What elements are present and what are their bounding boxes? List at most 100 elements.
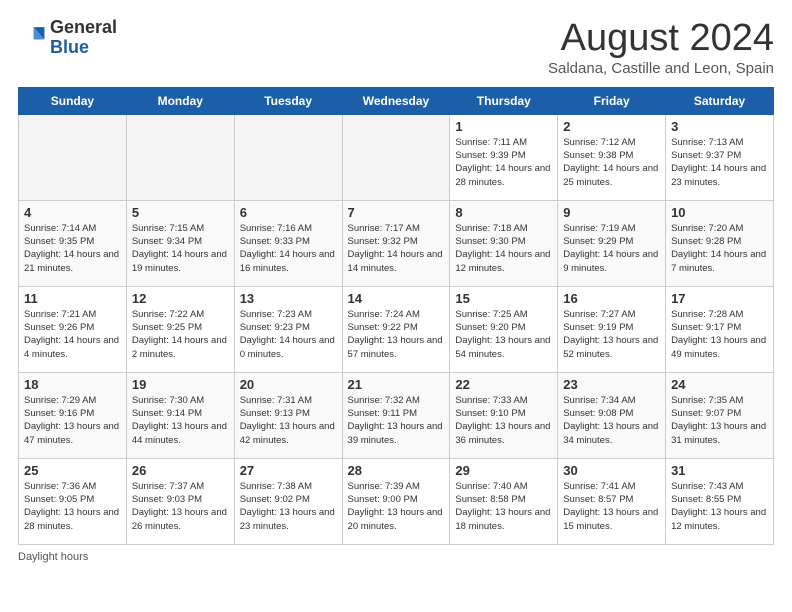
table-row: 13 Sunrise: 7:23 AMSunset: 9:23 PMDayligh… [234, 286, 342, 372]
logo-area: General Blue [18, 18, 117, 58]
day-number: 13 [240, 291, 337, 306]
day-info: Sunrise: 7:18 AMSunset: 9:30 PMDaylight:… [455, 222, 552, 275]
day-number: 22 [455, 377, 552, 392]
day-number: 20 [240, 377, 337, 392]
logo-blue: Blue [50, 38, 117, 58]
day-number: 10 [671, 205, 768, 220]
page: General Blue August 2024 Saldana, Castil… [0, 0, 792, 575]
table-row: 16Sunrise: 7:27 AMSunset: 9:19 PMDayligh… [558, 286, 666, 372]
day-info: Sunrise: 7:32 AMSunset: 9:11 PMDaylight:… [348, 394, 445, 447]
table-row: 1 Sunrise: 7:11 AMSunset: 9:39 PMDaylight… [450, 114, 558, 200]
logo-icon [18, 24, 46, 52]
table-row: 11 Sunrise: 7:21 AMSunset: 9:26 PMDayligh… [19, 286, 127, 372]
day-number: 14 [348, 291, 445, 306]
day-info: Sunrise: 7:30 AMSunset: 9:14 PMDaylight:… [132, 394, 229, 447]
table-row: 24Sunrise: 7:35 AMSunset: 9:07 PMDayligh… [666, 372, 774, 458]
day-info: Sunrise: 7:37 AMSunset: 9:03 PMDaylight:… [132, 480, 229, 533]
header: General Blue August 2024 Saldana, Castil… [18, 18, 774, 77]
calendar-table: Sunday Monday Tuesday Wednesday Thursday… [18, 87, 774, 545]
day-number: 21 [348, 377, 445, 392]
day-info: Sunrise: 7:23 AMSunset: 9:23 PMDaylight:… [240, 308, 337, 361]
title-area: August 2024 Saldana, Castille and Leon, … [548, 18, 774, 77]
table-row: 2 Sunrise: 7:12 AMSunset: 9:38 PMDaylight… [558, 114, 666, 200]
day-number: 30 [563, 463, 660, 478]
table-row: 10 Sunrise: 7:20 AMSunset: 9:28 PMDayligh… [666, 200, 774, 286]
day-info: Sunrise: 7:13 AMSunset: 9:37 PMDaylight:… [671, 136, 768, 189]
location-title: Saldana, Castille and Leon, Spain [548, 60, 774, 77]
col-tuesday: Tuesday [234, 87, 342, 114]
day-info: Sunrise: 7:17 AMSunset: 9:32 PMDaylight:… [348, 222, 445, 275]
day-info: Sunrise: 7:25 AMSunset: 9:20 PMDaylight:… [455, 308, 552, 361]
day-number: 26 [132, 463, 229, 478]
table-row: 8 Sunrise: 7:18 AMSunset: 9:30 PMDaylight… [450, 200, 558, 286]
day-info: Sunrise: 7:12 AMSunset: 9:38 PMDaylight:… [563, 136, 660, 189]
col-wednesday: Wednesday [342, 87, 450, 114]
table-row: 28Sunrise: 7:39 AMSunset: 9:00 PMDayligh… [342, 458, 450, 544]
table-row: 17Sunrise: 7:28 AMSunset: 9:17 PMDayligh… [666, 286, 774, 372]
day-number: 3 [671, 119, 768, 134]
day-number: 7 [348, 205, 445, 220]
day-number: 1 [455, 119, 552, 134]
day-number: 25 [24, 463, 121, 478]
day-info: Sunrise: 7:16 AMSunset: 9:33 PMDaylight:… [240, 222, 337, 275]
table-row: 22Sunrise: 7:33 AMSunset: 9:10 PMDayligh… [450, 372, 558, 458]
col-sunday: Sunday [19, 87, 127, 114]
day-info: Sunrise: 7:38 AMSunset: 9:02 PMDaylight:… [240, 480, 337, 533]
table-row: 26 Sunrise: 7:37 AMSunset: 9:03 PMDayligh… [126, 458, 234, 544]
calendar-week-row: 4 Sunrise: 7:14 AMSunset: 9:35 PMDaylight… [19, 200, 774, 286]
col-saturday: Saturday [666, 87, 774, 114]
table-row: 18Sunrise: 7:29 AMSunset: 9:16 PMDayligh… [19, 372, 127, 458]
table-row: 6Sunrise: 7:16 AMSunset: 9:33 PMDaylight… [234, 200, 342, 286]
col-monday: Monday [126, 87, 234, 114]
day-info: Sunrise: 7:20 AMSunset: 9:28 PMDaylight:… [671, 222, 768, 275]
table-row: 12Sunrise: 7:22 AMSunset: 9:25 PMDayligh… [126, 286, 234, 372]
table-row: 9 Sunrise: 7:19 AMSunset: 9:29 PMDaylight… [558, 200, 666, 286]
day-number: 8 [455, 205, 552, 220]
day-number: 11 [24, 291, 121, 306]
table-row: 3 Sunrise: 7:13 AMSunset: 9:37 PMDaylight… [666, 114, 774, 200]
day-info: Sunrise: 7:40 AMSunset: 8:58 PMDaylight:… [455, 480, 552, 533]
day-info: Sunrise: 7:39 AMSunset: 9:00 PMDaylight:… [348, 480, 445, 533]
day-number: 27 [240, 463, 337, 478]
table-row: 25 Sunrise: 7:36 AMSunset: 9:05 PMDayligh… [19, 458, 127, 544]
day-info: Sunrise: 7:24 AMSunset: 9:22 PMDaylight:… [348, 308, 445, 361]
day-info: Sunrise: 7:15 AMSunset: 9:34 PMDaylight:… [132, 222, 229, 275]
day-number: 2 [563, 119, 660, 134]
month-title: August 2024 [548, 18, 774, 60]
day-number: 23 [563, 377, 660, 392]
table-row: 7 Sunrise: 7:17 AMSunset: 9:32 PMDaylight… [342, 200, 450, 286]
table-row: 31 Sunrise: 7:43 AMSunset: 8:55 PMDayligh… [666, 458, 774, 544]
day-number: 4 [24, 205, 121, 220]
table-row: 30Sunrise: 7:41 AMSunset: 8:57 PMDayligh… [558, 458, 666, 544]
header-row: Sunday Monday Tuesday Wednesday Thursday… [19, 87, 774, 114]
day-number: 16 [563, 291, 660, 306]
table-row: 23 Sunrise: 7:34 AMSunset: 9:08 PMDayligh… [558, 372, 666, 458]
day-number: 19 [132, 377, 229, 392]
day-info: Sunrise: 7:43 AMSunset: 8:55 PMDaylight:… [671, 480, 768, 533]
day-info: Sunrise: 7:21 AMSunset: 9:26 PMDaylight:… [24, 308, 121, 361]
day-number: 31 [671, 463, 768, 478]
table-row: 4 Sunrise: 7:14 AMSunset: 9:35 PMDaylight… [19, 200, 127, 286]
col-thursday: Thursday [450, 87, 558, 114]
day-info: Sunrise: 7:31 AMSunset: 9:13 PMDaylight:… [240, 394, 337, 447]
table-row: 14 Sunrise: 7:24 AMSunset: 9:22 PMDayligh… [342, 286, 450, 372]
day-info: Sunrise: 7:34 AMSunset: 9:08 PMDaylight:… [563, 394, 660, 447]
day-number: 15 [455, 291, 552, 306]
calendar-week-row: 25 Sunrise: 7:36 AMSunset: 9:05 PMDayligh… [19, 458, 774, 544]
table-row: 27 Sunrise: 7:38 AMSunset: 9:02 PMDayligh… [234, 458, 342, 544]
table-row [19, 114, 127, 200]
day-number: 29 [455, 463, 552, 478]
logo-general: General [50, 18, 117, 38]
day-info: Sunrise: 7:35 AMSunset: 9:07 PMDaylight:… [671, 394, 768, 447]
day-info: Sunrise: 7:28 AMSunset: 9:17 PMDaylight:… [671, 308, 768, 361]
day-info: Sunrise: 7:11 AMSunset: 9:39 PMDaylight:… [455, 136, 552, 189]
calendar-week-row: 11 Sunrise: 7:21 AMSunset: 9:26 PMDayligh… [19, 286, 774, 372]
table-row: 5Sunrise: 7:15 AMSunset: 9:34 PMDaylight… [126, 200, 234, 286]
footer-note: Daylight hours [18, 551, 774, 563]
table-row: 15 Sunrise: 7:25 AMSunset: 9:20 PMDayligh… [450, 286, 558, 372]
day-info: Sunrise: 7:19 AMSunset: 9:29 PMDaylight:… [563, 222, 660, 275]
day-info: Sunrise: 7:14 AMSunset: 9:35 PMDaylight:… [24, 222, 121, 275]
day-info: Sunrise: 7:22 AMSunset: 9:25 PMDaylight:… [132, 308, 229, 361]
day-info: Sunrise: 7:36 AMSunset: 9:05 PMDaylight:… [24, 480, 121, 533]
day-number: 9 [563, 205, 660, 220]
